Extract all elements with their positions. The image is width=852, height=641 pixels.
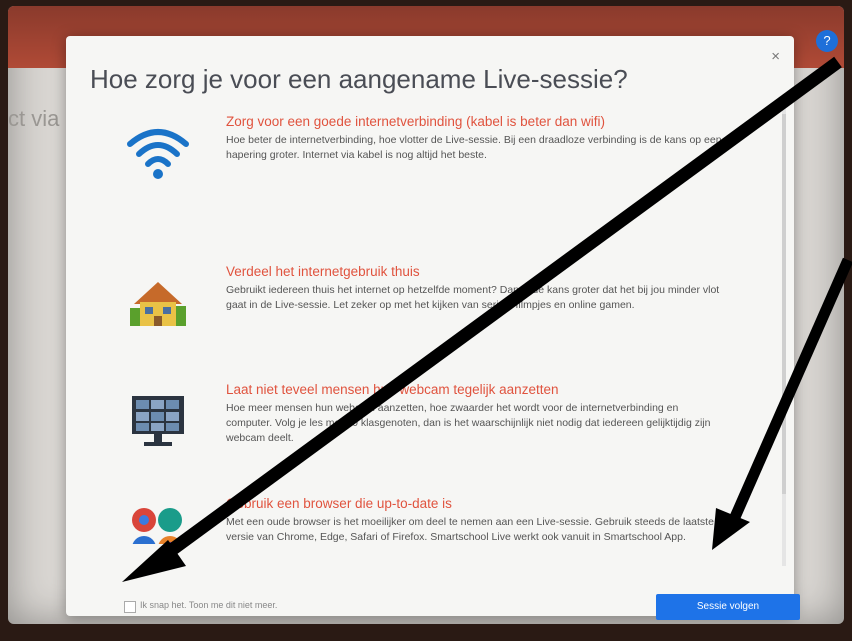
scrollbar[interactable] xyxy=(782,106,786,566)
live-session-tips-dialog: Hoe zorg je voor een aangename Live-sess… xyxy=(66,36,800,620)
dont-show-again-checkbox[interactable] xyxy=(124,601,136,613)
tip-heading: Verdeel het internetgebruik thuis xyxy=(226,264,420,279)
tip-heading: Gebruik een browser die up-to-date is xyxy=(226,496,452,511)
dialog-title: Hoe zorg je voor een aangename Live-sess… xyxy=(90,64,628,94)
webcam-grid-icon xyxy=(126,392,190,450)
tip-heading: Laat niet teveel mensen hun webcam tegel… xyxy=(226,382,559,397)
tip-heading: Zorg voor een goede internetverbinding (… xyxy=(226,114,605,129)
help-badge[interactable]: ? xyxy=(816,30,838,52)
close-icon[interactable]: × xyxy=(771,48,780,65)
dialog-footer: Ik snap het. Toon me dit niet meer. Sess… xyxy=(116,584,800,624)
house-icon xyxy=(126,274,190,332)
wifi-icon xyxy=(126,124,190,182)
tip-body: Hoe meer mensen hun webcam aanzetten, ho… xyxy=(226,402,711,444)
background-text: ct via ' xyxy=(8,106,70,131)
tips-list: Zorg voor een goede internetverbinding (… xyxy=(126,114,746,544)
scrollbar-thumb[interactable] xyxy=(782,114,786,494)
tip-body: Gebruikt iedereen thuis het internet op … xyxy=(226,284,720,311)
dont-show-again-label[interactable]: Ik snap het. Toon me dit niet meer. xyxy=(140,600,277,610)
screen: ? ct via ' Hoe zorg je voor een aangenam… xyxy=(8,6,844,624)
tip-body: Hoe beter de internetverbinding, hoe vlo… xyxy=(226,134,722,161)
follow-session-button[interactable]: Sessie volgen xyxy=(656,594,800,620)
tip-body: Met een oude browser is het moeilijker o… xyxy=(226,516,714,543)
browsers-icon xyxy=(126,506,190,544)
